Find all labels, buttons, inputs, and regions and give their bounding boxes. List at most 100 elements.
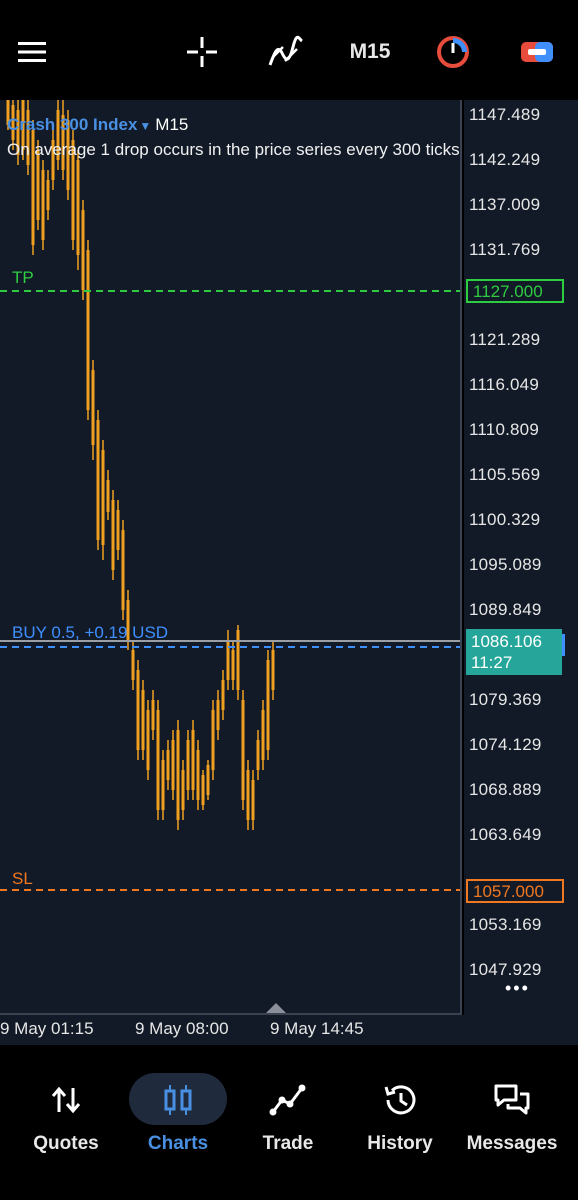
price-tick: 1047.929: [469, 960, 542, 979]
candle-body: [271, 650, 275, 690]
indicators-icon[interactable]: [265, 24, 307, 80]
crosshair-icon[interactable]: [182, 24, 222, 80]
tp-label: TP: [12, 268, 34, 287]
candle-body: [141, 690, 145, 750]
symbol-dropdown-icon[interactable]: ▼: [139, 119, 151, 133]
price-tick: 1142.249: [469, 150, 541, 169]
chart-area[interactable]: [0, 100, 462, 1015]
candle-body: [236, 630, 240, 690]
candle-body: [91, 370, 95, 445]
nav-charts[interactable]: Charts: [122, 1062, 234, 1172]
menu-icon[interactable]: [12, 24, 52, 80]
current-price-box: 1086.106 11:27: [466, 629, 562, 675]
price-tick: 1121.289: [469, 330, 541, 349]
sl-price-box[interactable]: 1057.000: [466, 879, 564, 903]
candle-body: [211, 710, 215, 770]
candle-body: [181, 770, 185, 810]
price-tick: 1131.769: [469, 240, 541, 259]
price-tick: 1100.329: [469, 510, 541, 529]
symbol-header[interactable]: Crash 300 Index ▼ M15: [7, 115, 188, 135]
candle-body: [171, 740, 175, 790]
nav-quotes[interactable]: Quotes: [10, 1062, 122, 1172]
candle-body: [136, 670, 140, 750]
tp-price-box[interactable]: 1127.000: [466, 279, 564, 303]
candle-body: [206, 765, 210, 795]
nav-trade-label: Trade: [262, 1133, 314, 1154]
charts-candles-icon: [158, 1080, 198, 1120]
candle-body: [41, 170, 45, 240]
timeframe-button[interactable]: M15: [340, 24, 400, 80]
price-tick: 1105.569: [469, 465, 541, 484]
candle-body: [156, 710, 160, 810]
trade-line-icon: [268, 1080, 308, 1120]
candle-body: [111, 500, 115, 570]
price-tick: 1147.489: [469, 105, 541, 124]
price-tick: 1068.889: [469, 780, 542, 799]
quotes-arrows-icon: [46, 1080, 86, 1120]
price-tick: 1110.809: [469, 420, 539, 439]
candle-body: [186, 740, 190, 790]
candle-body: [146, 710, 150, 770]
nav-trade[interactable]: Trade: [232, 1062, 344, 1172]
price-tick: 1095.089: [469, 555, 542, 574]
candle-body: [161, 760, 165, 810]
candle-body: [166, 750, 170, 780]
candle-body: [151, 700, 155, 730]
symbol-description: On average 1 drop occurs in the price se…: [7, 140, 460, 159]
candle-body: [196, 750, 200, 800]
candle-body: [251, 780, 255, 820]
candle-body: [241, 700, 245, 800]
history-clock-icon: [380, 1080, 420, 1120]
candle-body: [46, 180, 50, 210]
current-price: 1086.106: [471, 632, 542, 651]
price-tick: 1089.849: [469, 600, 542, 619]
current-time: 11:27: [471, 653, 513, 672]
nav-charts-label: Charts: [147, 1133, 209, 1154]
nav-history-label: History: [367, 1133, 433, 1154]
more-options-icon[interactable]: •••: [505, 978, 530, 999]
symbol-name[interactable]: Crash 300 Index: [7, 115, 137, 134]
scroll-handle[interactable]: [266, 1003, 286, 1013]
position-label[interactable]: BUY 0.5, +0.19 USD: [12, 623, 168, 643]
candle-body: [131, 650, 135, 680]
price-tick: 1074.129: [469, 735, 542, 754]
candle-body: [86, 250, 90, 410]
top-toolbar: M15: [0, 0, 578, 100]
candle-body: [221, 680, 225, 710]
candle-body: [116, 510, 120, 550]
candle-body: [101, 450, 105, 545]
timer-icon[interactable]: [433, 24, 473, 80]
nav-quotes-label: Quotes: [33, 1133, 99, 1154]
current-price-marker: [562, 634, 565, 656]
time-tick-3: 9 May 14:45: [270, 1019, 364, 1038]
nav-messages-label: Messages: [466, 1133, 558, 1154]
candle-body: [201, 775, 205, 805]
candle-body: [96, 420, 100, 540]
nav-history[interactable]: History: [344, 1062, 456, 1172]
price-tick: 1053.169: [469, 915, 542, 934]
time-tick-1: 9 May 01:15: [0, 1019, 94, 1038]
messages-bubbles-icon: [492, 1080, 532, 1120]
symbol-timeframe: M15: [155, 115, 189, 134]
candle-body: [191, 730, 195, 790]
time-tick-2: 9 May 08:00: [135, 1019, 229, 1038]
candle-body: [246, 770, 250, 820]
candle-body: [76, 160, 80, 255]
sl-label: SL: [12, 869, 33, 888]
candle-body: [176, 730, 180, 820]
price-chart[interactable]: [0, 100, 462, 1015]
price-tick: 1116.049: [469, 375, 539, 394]
candle-body: [81, 210, 85, 290]
nav-messages[interactable]: Messages: [456, 1062, 568, 1172]
candle-body: [266, 660, 270, 750]
toggle-icon[interactable]: [517, 24, 557, 80]
candle-body: [216, 700, 220, 730]
candle-body: [106, 480, 110, 512]
price-tick: 1137.009: [469, 195, 541, 214]
price-tick: 1063.649: [469, 825, 542, 844]
candle-body: [121, 530, 125, 610]
candle-body: [256, 740, 260, 770]
candle-body: [261, 710, 265, 760]
price-tick: 1079.369: [469, 690, 542, 709]
candle-body: [231, 650, 235, 680]
